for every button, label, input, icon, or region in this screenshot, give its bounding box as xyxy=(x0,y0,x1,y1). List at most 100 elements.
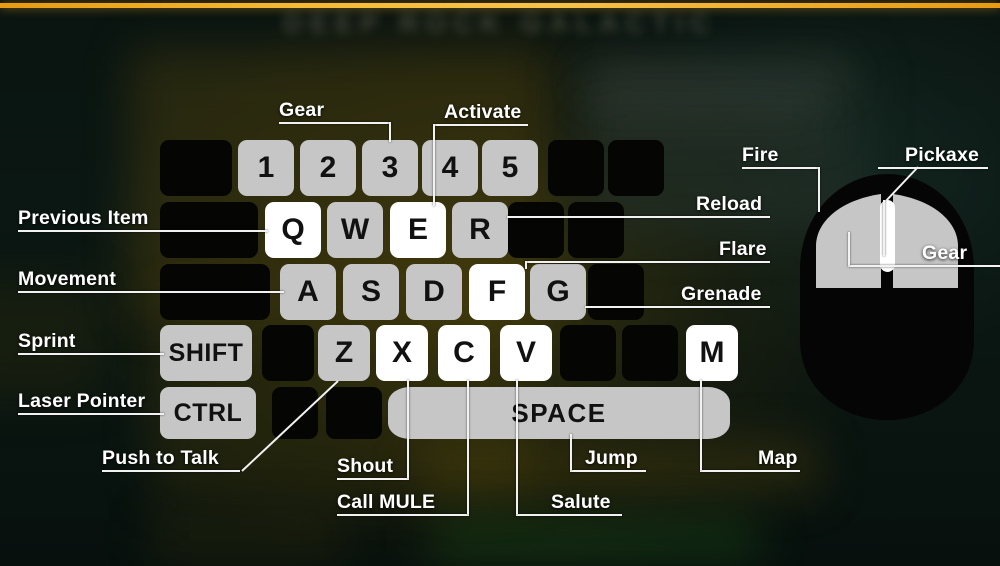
key-label: D xyxy=(423,275,445,308)
callout-grenade-line xyxy=(585,306,770,308)
callout-sprint-label: Sprint xyxy=(18,330,76,352)
key-label: 5 xyxy=(501,151,519,184)
key-shift[interactable]: SHIFT xyxy=(160,325,252,381)
callout-shout-line-v xyxy=(407,380,409,478)
mouse-svg xyxy=(800,174,974,420)
key-s[interactable]: S xyxy=(343,264,399,320)
filler-key xyxy=(588,264,644,320)
key-c[interactable]: C xyxy=(438,325,490,381)
callout-flare-label: Flare xyxy=(719,238,767,260)
callout-previous-item-label: Previous Item xyxy=(18,207,149,229)
key-m[interactable]: M xyxy=(686,325,738,381)
callout-shout-label: Shout xyxy=(337,455,394,477)
key-label: Q xyxy=(281,213,305,246)
key-label: S xyxy=(360,275,381,308)
key-d[interactable]: D xyxy=(406,264,462,320)
key-label: 2 xyxy=(319,151,337,184)
key-label: 4 xyxy=(441,151,459,184)
background-row-right-a xyxy=(585,70,845,86)
key-z[interactable]: Z xyxy=(318,325,370,381)
callout-laser-pointer-line xyxy=(18,413,164,415)
key-label: M xyxy=(699,336,725,369)
callout-activate-line-v xyxy=(433,124,435,206)
key-5[interactable]: 5 xyxy=(482,140,538,196)
callout-mouse-gear-line-v xyxy=(848,232,850,265)
callout-call-mule-label: Call MULE xyxy=(337,491,436,513)
callout-movement-line xyxy=(18,291,284,293)
callout-fire-line-h xyxy=(742,167,820,169)
key-label: SPACE xyxy=(511,398,607,428)
key-label: 1 xyxy=(257,151,275,184)
callout-salute-label: Salute xyxy=(551,491,611,513)
background-strip-green xyxy=(430,520,760,560)
filler-key xyxy=(608,140,664,196)
callout-gear-line-v xyxy=(389,122,391,142)
callout-salute-line-v xyxy=(516,380,518,514)
callout-mouse-gear-label: Gear xyxy=(922,242,968,264)
key-3[interactable]: 3 xyxy=(362,140,418,196)
background-strip-bottom-left xyxy=(150,515,340,560)
key-v[interactable]: V xyxy=(500,325,552,381)
key-space[interactable]: SPACE xyxy=(388,387,730,439)
callout-mouse-gear-line-h xyxy=(848,265,1000,267)
key-a[interactable]: A xyxy=(280,264,336,320)
callout-salute-line-h xyxy=(516,514,622,516)
callout-pickaxe-line-v xyxy=(883,200,885,256)
callout-grenade-label: Grenade xyxy=(681,283,762,305)
callout-jump-line-v xyxy=(570,434,572,470)
key-label: Z xyxy=(334,336,354,369)
key-label: A xyxy=(297,275,319,308)
filler-key xyxy=(160,140,232,196)
key-2[interactable]: 2 xyxy=(300,140,356,196)
background-row-right-b xyxy=(585,96,815,108)
callout-map-line-v xyxy=(700,380,702,470)
callout-jump-label: Jump xyxy=(585,447,638,469)
callout-push-to-talk-label: Push to Talk xyxy=(102,447,219,469)
callout-push-to-talk-diagonal xyxy=(241,380,339,472)
mouse-diagram xyxy=(780,170,995,425)
callout-jump-line-h xyxy=(570,470,646,472)
filler-key xyxy=(548,140,604,196)
callout-map-label: Map xyxy=(758,447,798,469)
key-label: SHIFT xyxy=(168,338,244,367)
key-label: E xyxy=(407,213,428,246)
callout-push-to-talk-line xyxy=(102,470,240,472)
callout-shout-line-h xyxy=(337,478,409,480)
key-label: C xyxy=(453,336,475,369)
key-x[interactable]: X xyxy=(376,325,428,381)
key-1[interactable]: 1 xyxy=(238,140,294,196)
key-w[interactable]: W xyxy=(327,202,383,258)
callout-pickaxe-label: Pickaxe xyxy=(905,144,980,166)
callout-gear-line-h xyxy=(279,122,391,124)
key-label: X xyxy=(391,336,412,369)
key-r[interactable]: R xyxy=(452,202,508,258)
callout-call-mule-line-h xyxy=(337,514,469,516)
key-label: F xyxy=(487,275,507,308)
key-4[interactable]: 4 xyxy=(422,140,478,196)
callout-sprint-line xyxy=(18,353,164,355)
callout-flare-line-v xyxy=(525,261,527,269)
key-g[interactable]: G xyxy=(530,264,586,320)
key-label: W xyxy=(340,213,370,246)
filler-key xyxy=(508,202,564,258)
background-row-right-c xyxy=(585,120,835,132)
key-f[interactable]: F xyxy=(469,264,525,320)
callout-reload-label: Reload xyxy=(696,193,763,215)
callout-laser-pointer-label: Laser Pointer xyxy=(18,390,146,412)
key-e[interactable]: E xyxy=(390,202,446,258)
callout-pickaxe-diagonal xyxy=(883,166,919,204)
callout-activate-line-h xyxy=(433,124,528,126)
callout-flare-line-h xyxy=(525,261,770,263)
filler-key xyxy=(560,325,616,381)
key-label: R xyxy=(469,213,491,246)
callout-activate-label: Activate xyxy=(444,101,522,123)
key-label: V xyxy=(515,336,536,369)
key-label: G xyxy=(546,275,570,308)
filler-key xyxy=(622,325,678,381)
callout-reload-line xyxy=(507,216,770,218)
callout-gear-label: Gear xyxy=(279,99,325,121)
callout-call-mule-line-v xyxy=(467,380,469,514)
filler-key xyxy=(262,325,314,381)
key-q[interactable]: Q xyxy=(265,202,321,258)
key-label: 3 xyxy=(381,151,399,184)
